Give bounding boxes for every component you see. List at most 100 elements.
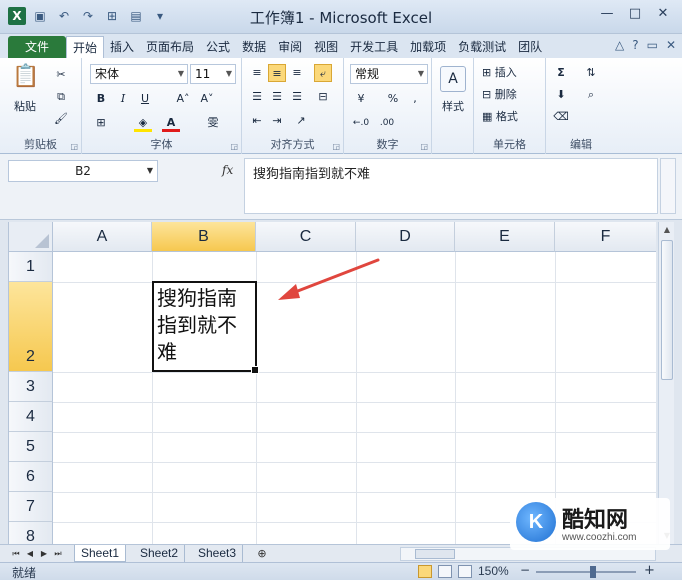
- bold-button[interactable]: B: [92, 90, 110, 108]
- tab-addins[interactable]: 加载项: [404, 36, 452, 58]
- font-launcher-icon[interactable]: ◲: [230, 142, 238, 151]
- scroll-up-icon[interactable]: ▲: [659, 222, 675, 238]
- formula-bar-scrollbar[interactable]: [660, 158, 676, 214]
- increase-decimal-icon[interactable]: ←.0: [352, 114, 370, 132]
- row-header-1[interactable]: 1: [9, 252, 53, 282]
- tab-home[interactable]: 开始: [66, 36, 105, 58]
- row-header-7[interactable]: 7: [9, 492, 53, 522]
- orientation-icon[interactable]: ↗: [292, 112, 310, 130]
- restore-icon[interactable]: ▭: [647, 38, 658, 52]
- cell-b2[interactable]: 搜狗指南指到就不难: [152, 281, 259, 374]
- align-middle-icon[interactable]: ≡: [268, 64, 286, 82]
- row-header-6[interactable]: 6: [9, 462, 53, 492]
- italic-button[interactable]: I: [114, 90, 132, 108]
- shrink-font-icon[interactable]: A˅: [198, 90, 216, 108]
- paste-icon[interactable]: 📋: [12, 64, 39, 94]
- clipboard-launcher-icon[interactable]: ◲: [70, 142, 78, 151]
- tab-file[interactable]: 文件: [8, 36, 66, 58]
- maximize-button[interactable]: □: [622, 4, 648, 24]
- tab-page-layout[interactable]: 页面布局: [140, 36, 200, 58]
- format-cells-button[interactable]: ▦ 格式: [482, 108, 542, 124]
- align-center-icon[interactable]: ☰: [268, 88, 286, 106]
- font-name-combo[interactable]: 宋体 ▼: [90, 64, 188, 84]
- cut-icon[interactable]: ✂: [52, 66, 70, 84]
- decrease-decimal-icon[interactable]: .00: [378, 114, 396, 132]
- zoom-slider-track[interactable]: [536, 571, 636, 573]
- zoom-out-button[interactable]: −: [520, 563, 530, 577]
- phonetic-button[interactable]: 雯: [204, 114, 222, 132]
- percent-button[interactable]: %: [384, 90, 402, 108]
- font-color-icon[interactable]: A: [162, 114, 180, 132]
- format-painter-icon[interactable]: 🖌: [52, 110, 70, 128]
- underline-button[interactable]: U: [136, 90, 154, 108]
- merge-center-icon[interactable]: ⊟: [314, 88, 332, 106]
- formula-input[interactable]: 搜狗指南指到就不难: [244, 158, 658, 214]
- alignment-launcher-icon[interactable]: ◲: [332, 142, 340, 151]
- tab-review[interactable]: 审阅: [272, 36, 308, 58]
- row-header-8[interactable]: 8: [9, 522, 53, 544]
- clear-icon[interactable]: ⌫: [552, 108, 570, 126]
- minimize-ribbon-icon[interactable]: △: [615, 38, 624, 52]
- autosum-button[interactable]: Σ: [552, 64, 570, 82]
- fill-color-icon[interactable]: ◈: [134, 114, 152, 132]
- column-header-d[interactable]: D: [356, 222, 455, 252]
- fill-icon[interactable]: ⬇: [552, 86, 570, 104]
- name-box[interactable]: B2 ▼: [8, 160, 158, 182]
- sheet-tab-sheet2[interactable]: Sheet2: [134, 545, 186, 562]
- borders-icon[interactable]: ⊞: [92, 114, 110, 132]
- align-left-icon[interactable]: ☰: [248, 88, 266, 106]
- vertical-scrollbar[interactable]: ▲ ▼: [658, 222, 674, 544]
- increase-indent-icon[interactable]: ⇥: [268, 112, 286, 130]
- close-workbook-icon[interactable]: ✕: [666, 38, 676, 52]
- row-header-4[interactable]: 4: [9, 402, 53, 432]
- tab-data[interactable]: 数据: [236, 36, 272, 58]
- styles-button[interactable]: 样式: [434, 98, 472, 114]
- row-header-3[interactable]: 3: [9, 372, 53, 402]
- insert-sheet-icon[interactable]: ⊕: [254, 547, 270, 561]
- align-right-icon[interactable]: ☰: [288, 88, 306, 106]
- tab-formulas[interactable]: 公式: [200, 36, 236, 58]
- zoom-level[interactable]: 150%: [478, 564, 509, 578]
- align-top-icon[interactable]: ≡: [248, 64, 266, 82]
- decrease-indent-icon[interactable]: ⇤: [248, 112, 266, 130]
- insert-function-button[interactable]: fx: [222, 163, 233, 177]
- tab-insert[interactable]: 插入: [104, 36, 140, 58]
- zoom-slider-thumb[interactable]: [590, 566, 596, 578]
- tab-view[interactable]: 视图: [308, 36, 344, 58]
- insert-cells-button[interactable]: ⊞ 插入: [482, 64, 542, 80]
- number-launcher-icon[interactable]: ◲: [420, 142, 428, 151]
- wrap-text-icon[interactable]: ⤶: [314, 64, 332, 82]
- column-header-f[interactable]: F: [555, 222, 656, 252]
- styles-icon[interactable]: A: [440, 66, 466, 92]
- column-header-c[interactable]: C: [256, 222, 356, 252]
- page-layout-view-icon[interactable]: [438, 565, 452, 578]
- close-button[interactable]: ✕: [650, 4, 676, 24]
- select-all-button[interactable]: [9, 222, 53, 252]
- column-header-e[interactable]: E: [455, 222, 555, 252]
- font-size-combo[interactable]: 11 ▼: [190, 64, 236, 84]
- row-header-2[interactable]: 2: [9, 282, 53, 372]
- column-header-b[interactable]: B: [152, 222, 256, 252]
- sort-filter-icon[interactable]: ⇅: [582, 64, 600, 82]
- find-select-icon[interactable]: ⌕: [582, 86, 600, 104]
- comma-style-icon[interactable]: ,: [406, 90, 424, 108]
- align-bottom-icon[interactable]: ≡: [288, 64, 306, 82]
- tab-team[interactable]: 团队: [512, 36, 548, 58]
- zoom-in-button[interactable]: +: [644, 563, 655, 578]
- first-sheet-icon[interactable]: ⏮: [10, 547, 22, 561]
- copy-icon[interactable]: ⧉: [52, 88, 70, 106]
- minimize-button[interactable]: —: [594, 4, 620, 24]
- vertical-scroll-thumb[interactable]: [661, 240, 673, 380]
- tab-load-test[interactable]: 负载测试: [452, 36, 512, 58]
- column-header-a[interactable]: A: [53, 222, 152, 252]
- paste-button[interactable]: 粘贴: [10, 98, 40, 114]
- row-header-5[interactable]: 5: [9, 432, 53, 462]
- sheet-tab-sheet3[interactable]: Sheet3: [192, 545, 244, 562]
- sheet-tab-sheet1[interactable]: Sheet1: [74, 545, 127, 562]
- horizontal-scroll-thumb[interactable]: [415, 549, 455, 559]
- grow-font-icon[interactable]: A˄: [174, 90, 192, 108]
- page-break-view-icon[interactable]: [458, 565, 472, 578]
- prev-sheet-icon[interactable]: ◀: [24, 547, 36, 561]
- help-icon[interactable]: ?: [632, 38, 638, 52]
- normal-view-icon[interactable]: [418, 565, 432, 578]
